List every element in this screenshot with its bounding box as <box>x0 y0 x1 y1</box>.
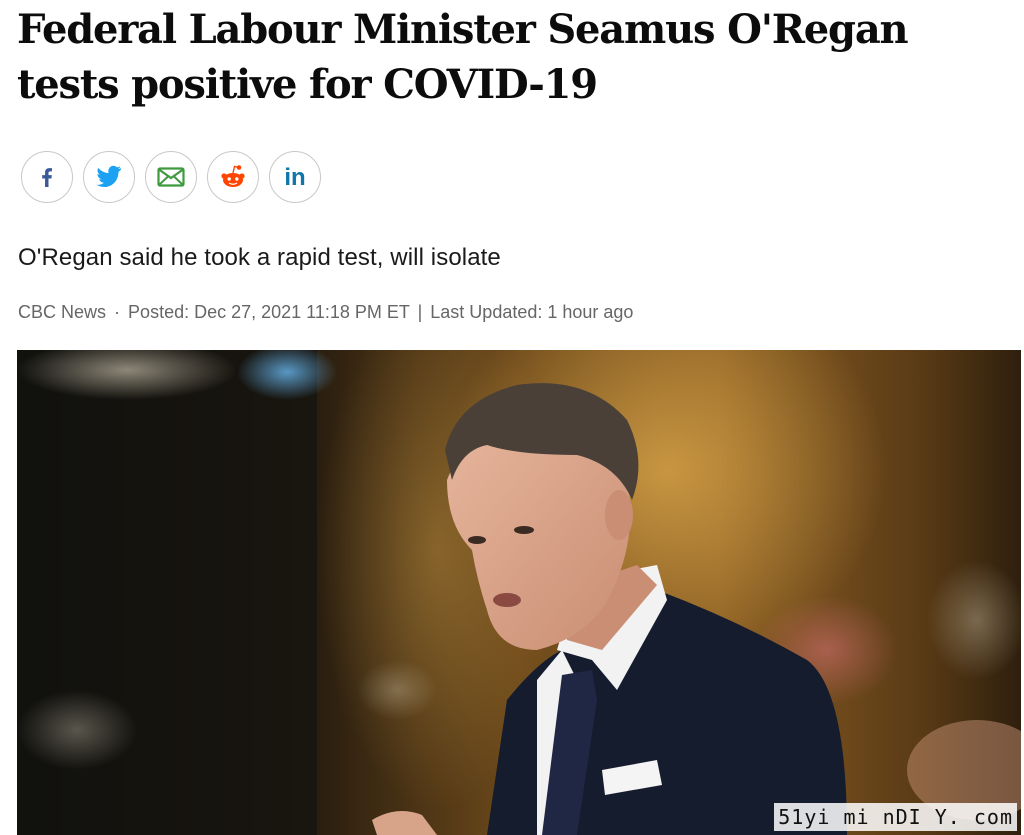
reddit-icon <box>221 165 245 187</box>
share-bar: in <box>21 151 321 203</box>
article-headline: Federal Labour Minister Seamus O'Regan t… <box>17 6 909 108</box>
byline-source: CBC News <box>18 302 107 322</box>
share-linkedin-button[interactable]: in <box>269 151 321 203</box>
share-twitter-button[interactable] <box>83 151 135 203</box>
facebook-icon <box>42 168 52 187</box>
share-email-button[interactable] <box>145 151 197 203</box>
lead-photo: 51yi mi nDI Y. com <box>17 350 1021 835</box>
article-deck: O'Regan said he took a rapid test, will … <box>18 244 501 271</box>
share-facebook-button[interactable] <box>21 151 73 203</box>
linkedin-icon: in <box>284 164 305 190</box>
watermark: 51yi mi nDI Y. com <box>774 803 1017 831</box>
byline-dot: · <box>114 302 121 322</box>
byline-updated: Last Updated: 1 hour ago <box>430 302 634 322</box>
twitter-icon <box>96 165 121 187</box>
article-byline: CBC News · Posted: Dec 27, 2021 11:18 PM… <box>18 302 633 323</box>
email-icon <box>157 167 185 187</box>
share-reddit-button[interactable] <box>207 151 259 203</box>
byline-posted: Posted: Dec 27, 2021 11:18 PM ET <box>128 302 410 322</box>
byline-divider: | <box>417 302 423 322</box>
svg-text:in: in <box>284 164 305 190</box>
